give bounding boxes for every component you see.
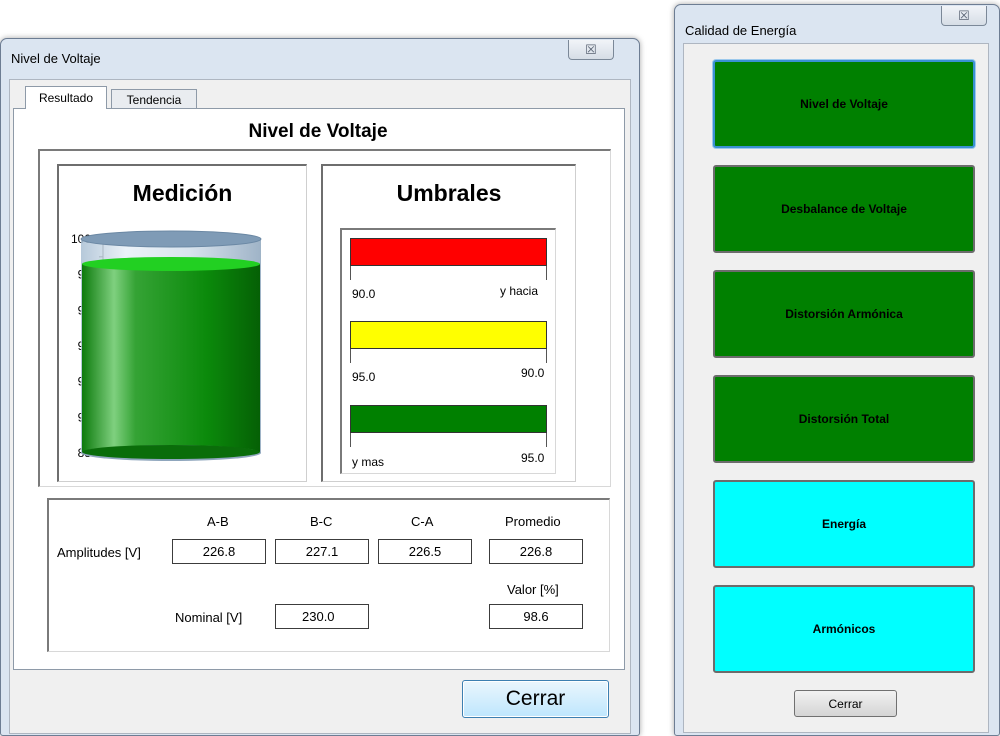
band-tick [546,266,547,280]
amplitudes-label: Amplitudes [V] [57,545,141,560]
band-green-left-label: y mas [352,455,385,469]
band-red-right-label: y hacia [500,284,539,298]
nivel-de-voltaje-button[interactable]: Nivel de Voltaje [713,60,975,148]
threshold-band-green [350,405,547,433]
window-title: Nivel de Voltaje [11,51,101,66]
col-header-bc: B-C [310,514,333,529]
page-title: Nivel de Voltaje [248,121,388,142]
band-tick [350,266,351,280]
medicion-panel: Medición 100989694929088 [57,164,307,482]
gauge-liquid [82,263,260,453]
gauge-liquid-surface [82,256,260,271]
amplitude-ab-field[interactable]: 226.8 [172,539,266,564]
voltage-gauge: 100989694929088 [71,230,262,461]
nominal-field[interactable]: 230.0 [275,604,369,629]
amplitude-bc-field[interactable]: 227.1 [275,539,369,564]
band-green-right-label: 95.0 [521,451,545,465]
armonicos-button[interactable]: Armónicos [713,585,975,673]
threshold-band-red [350,238,547,266]
valor-label: Valor [%] [507,582,559,597]
band-yellow-left-label: 95.0 [352,370,376,384]
close-icon[interactable]: ☒ [941,6,987,26]
tab-tendencia[interactable]: Tendencia [111,89,197,109]
band-yellow-right-label: 90.0 [521,366,545,380]
amplitude-promedio-field[interactable]: 226.8 [489,539,583,564]
band-red-left-label: 90.0 [352,287,376,301]
close-icon[interactable]: ☒ [568,40,614,60]
amplitude-ca-field[interactable]: 226.5 [378,539,472,564]
gauge-liquid-bottom [82,445,260,459]
band-tick [546,349,547,363]
threshold-band-yellow [350,321,547,349]
desbalance-de-voltaje-button[interactable]: Desbalance de Voltaje [713,165,975,253]
col-header-ab: A-B [207,514,229,529]
gauge-glass-top [80,230,262,248]
nominal-label: Nominal [V] [175,610,243,625]
band-tick [350,349,351,363]
umbrales-heading: Umbrales [396,180,502,206]
col-header-promedio: Promedio [505,514,561,529]
cerrar-button[interactable]: Cerrar [794,690,897,717]
distorsion-total-button[interactable]: Distorsión Total [713,375,975,463]
window-title: Calidad de Energía [685,23,797,38]
tab-resultado[interactable]: Resultado [25,86,107,109]
band-tick [546,433,547,447]
col-header-ca: C-A [411,514,434,529]
cerrar-button[interactable]: Cerrar [462,680,609,718]
energia-button[interactable]: Energía [713,480,975,568]
band-tick [350,433,351,447]
valor-percent-field[interactable]: 98.6 [489,604,583,629]
distorsion-armonica-button[interactable]: Distorsión Armónica [713,270,975,358]
